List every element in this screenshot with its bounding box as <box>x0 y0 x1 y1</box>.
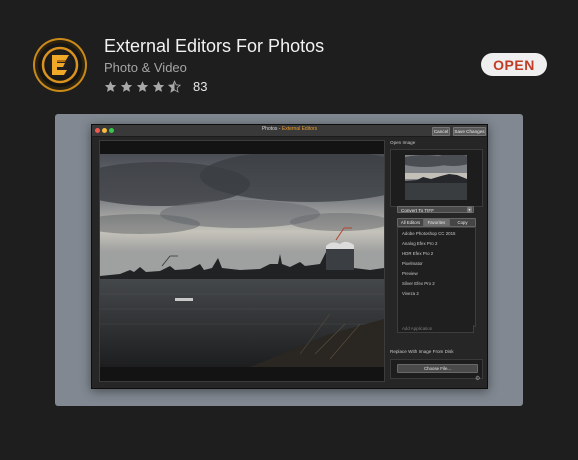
replace-label: Replace With Image From Disk <box>390 349 454 354</box>
save-changes-button[interactable]: Save Changes <box>453 126 486 136</box>
window-title: Photos - External Editors <box>261 126 318 132</box>
window-titlebar: Photos - External Editors Cancel Save Ch… <box>92 125 487 137</box>
editor-tabs: All Editors Favorites Copy <box>397 218 476 227</box>
star-icon <box>104 80 117 92</box>
gear-icon[interactable]: ⚙ <box>475 375 480 382</box>
open-button[interactable]: OPEN <box>481 53 547 76</box>
app-logo-icon[interactable] <box>33 38 87 92</box>
tab-all-editors[interactable]: All Editors <box>398 219 424 226</box>
replace-box: Choose File... <box>390 359 483 379</box>
choose-file-button[interactable]: Choose File... <box>397 364 478 373</box>
list-item[interactable]: Viveza 2 <box>402 291 419 296</box>
rating-count: 83 <box>193 78 208 94</box>
photo-preview <box>99 140 385 382</box>
list-item[interactable]: HDR Efex Pro 2 <box>402 251 433 256</box>
thumbnail-box <box>390 149 483 207</box>
tab-copy[interactable]: Copy <box>450 219 475 226</box>
app-category[interactable]: Photo & Video <box>104 60 187 75</box>
list-item[interactable]: Adobe Photoshop CC 2015 <box>402 231 455 236</box>
half-star-icon <box>168 79 181 93</box>
list-item[interactable]: Preview <box>402 271 418 276</box>
editor-sidebar: Open Image Convert To TIFF▾ All Editors <box>390 139 483 379</box>
star-icon <box>120 80 133 92</box>
screenshot-preview[interactable]: Photos - External Editors Cancel Save Ch… <box>55 114 523 406</box>
list-item[interactable]: Silver Efex Pro 2 <box>402 281 435 286</box>
app-header: External Editors For Photos Photo & Vide… <box>0 0 578 110</box>
cancel-button[interactable]: Cancel <box>432 126 450 136</box>
star-icon <box>136 80 149 92</box>
app-title: External Editors For Photos <box>104 36 325 56</box>
list-item[interactable]: Pixelmator <box>402 261 423 266</box>
editor-list: Adobe Photoshop CC 2015 Analog Efex Pro … <box>397 227 476 327</box>
chevron-down-icon: ▾ <box>467 207 472 213</box>
rating: 83 <box>104 78 207 94</box>
open-image-label: Open Image <box>390 140 416 145</box>
star-icon <box>152 80 165 92</box>
thumbnail-photo <box>405 155 467 200</box>
app-window: Photos - External Editors Cancel Save Ch… <box>91 124 488 389</box>
cityscape-photo <box>100 154 384 367</box>
list-item[interactable]: Analog Efex Pro 2 <box>402 241 437 246</box>
tab-favorites[interactable]: Favorites <box>424 219 450 226</box>
convert-format-select[interactable]: Convert To TIFF ▾ <box>397 206 474 213</box>
add-application-button[interactable]: Add Application <box>397 325 474 333</box>
